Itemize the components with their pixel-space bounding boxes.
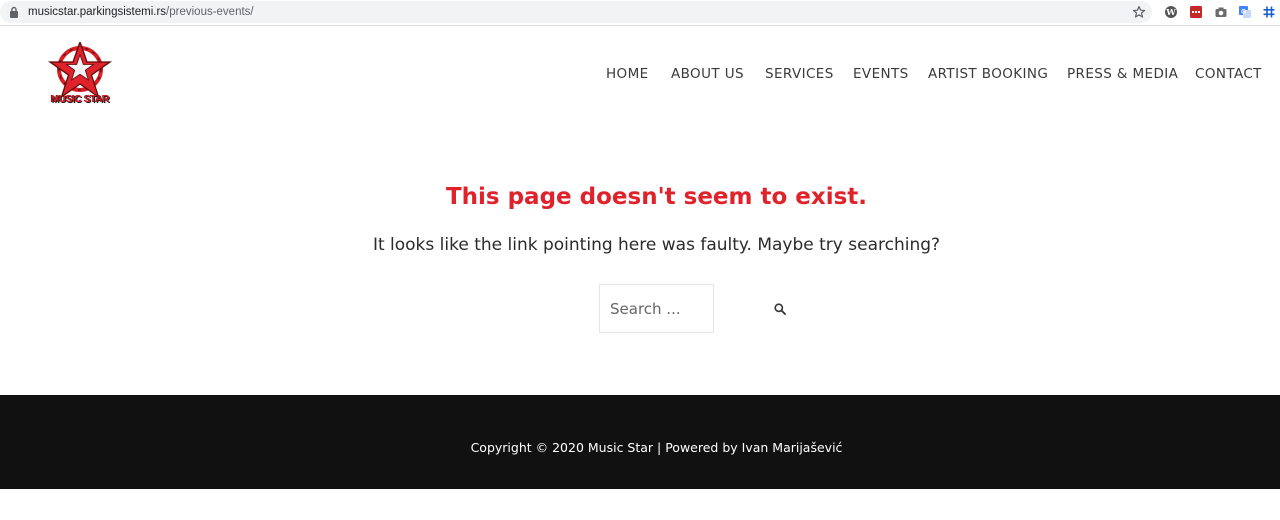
- footer-copyright: Copyright © 2020 Music Star | Powered by…: [470, 440, 843, 455]
- translate-icon[interactable]: G: [1238, 5, 1252, 19]
- nav-about-us[interactable]: ABOUT US: [671, 66, 744, 82]
- svg-text:G: G: [1241, 8, 1246, 15]
- star-icon[interactable]: [1132, 5, 1146, 19]
- nav-contact[interactable]: CONTACT: [1195, 66, 1262, 82]
- site-footer: Copyright © 2020 Music Star | Powered by…: [0, 395, 1280, 489]
- page-title: This page doesn't seem to exist.: [445, 184, 868, 210]
- nav-press-media[interactable]: PRESS & MEDIA: [1067, 66, 1178, 82]
- nav-events[interactable]: EVENTS: [853, 66, 909, 82]
- nav-home[interactable]: HOME: [606, 66, 649, 82]
- search-icon[interactable]: [773, 302, 787, 316]
- logo-text: MUSIC STAR: [50, 94, 110, 105]
- camera-icon[interactable]: [1214, 5, 1228, 19]
- nav-services[interactable]: SERVICES: [765, 66, 834, 82]
- hashtag-icon[interactable]: [1262, 5, 1276, 19]
- nav-artist-booking[interactable]: ARTIST BOOKING: [928, 66, 1048, 82]
- wordpress-icon[interactable]: W: [1164, 5, 1178, 19]
- url-path: /previous-events/: [166, 6, 254, 18]
- site-logo[interactable]: MUSIC STAR: [44, 40, 116, 110]
- lock-icon[interactable]: [9, 6, 19, 18]
- address-bar[interactable]: musicstar.parkingsistemi.rs/previous-eve…: [0, 1, 1152, 23]
- extension-icon[interactable]: [1189, 5, 1203, 19]
- error-message: It looks like the link pointing here was…: [372, 235, 941, 255]
- url-host: musicstar.parkingsistemi.rs: [28, 6, 167, 18]
- search-input[interactable]: [599, 284, 714, 333]
- svg-text:W: W: [1165, 8, 1176, 18]
- logo-star-emblem: [47, 40, 113, 99]
- url-text[interactable]: musicstar.parkingsistemi.rs/previous-eve…: [28, 5, 254, 19]
- browser-toolbar: musicstar.parkingsistemi.rs/previous-eve…: [0, 0, 1280, 26]
